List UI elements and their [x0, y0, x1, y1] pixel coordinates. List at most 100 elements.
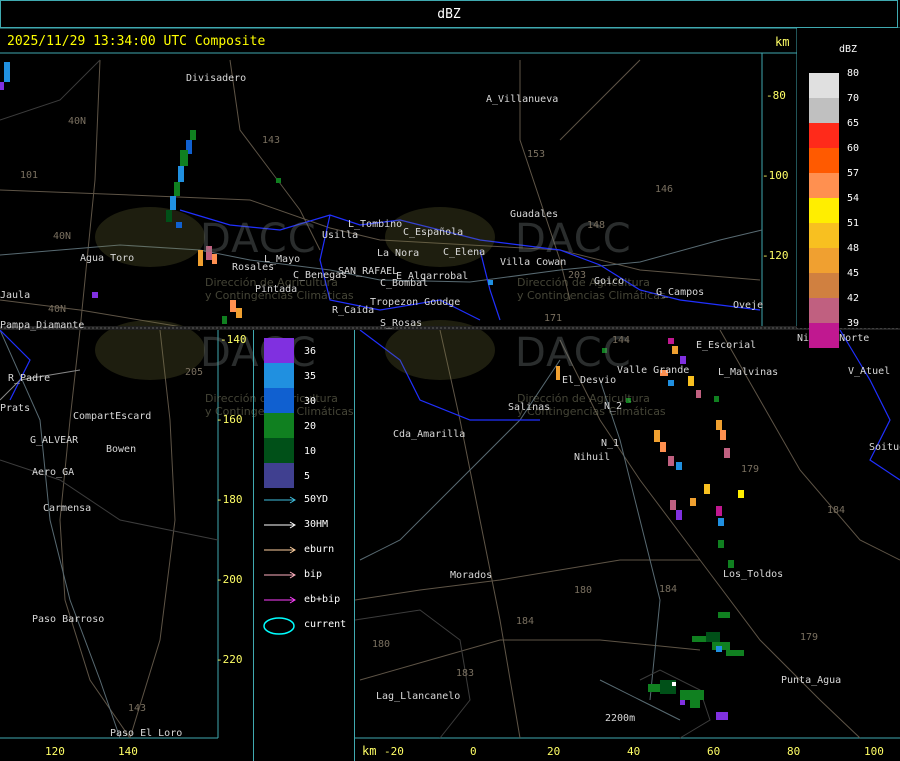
y-tick: -100 — [762, 169, 789, 182]
legend-label: 39 — [847, 318, 860, 329]
place-label: Villa Cowan — [500, 257, 567, 268]
legend-label: 80 — [847, 68, 860, 79]
place-label: 2200m — [605, 713, 636, 724]
km-label-top: km — [775, 35, 790, 49]
place-label: C_Española — [403, 227, 464, 238]
route-number: 203 — [568, 270, 587, 281]
route-number: 143 — [262, 135, 281, 146]
legend-swatch — [809, 198, 839, 223]
route-number: 40N — [53, 231, 72, 242]
place-label: Morados — [450, 570, 493, 581]
place-label: Bowen — [106, 444, 137, 455]
place-label: Soitue — [869, 442, 900, 453]
place-label: Rosales — [232, 262, 275, 273]
legend-label: 51 — [847, 218, 860, 229]
place-label: Punta_Agua — [781, 675, 842, 686]
route-number: 205 — [185, 367, 204, 378]
place-label: Paso Barroso — [32, 614, 105, 625]
legend-label: 57 — [847, 168, 860, 179]
route-number: 40N — [48, 304, 67, 315]
legend-label: 54 — [847, 193, 860, 204]
place-label: Tropezon Goudge — [370, 297, 461, 308]
legend-label: 42 — [847, 293, 860, 304]
radar-map[interactable] — [0, 0, 900, 761]
place-label: L_Malvinas — [718, 367, 779, 378]
legend-swatch — [809, 248, 839, 273]
legend-swatch — [809, 323, 839, 348]
inset-label: 20 — [304, 421, 317, 432]
place-label: Valle Grande — [617, 365, 690, 376]
route-number: 184 — [516, 616, 535, 627]
route-number: 146 — [655, 184, 674, 195]
place-label: S_Rosas — [380, 318, 423, 329]
place-label: Prats — [0, 403, 31, 414]
x-tick: 140 — [118, 745, 138, 758]
place-label: L_Tombino — [348, 219, 403, 230]
x-tick: -20 — [384, 745, 404, 758]
inset-label: 36 — [304, 346, 317, 357]
place-label: Pintada — [255, 284, 298, 295]
place-label: N_1 — [601, 438, 620, 449]
place-label: G_ALVEAR — [30, 435, 79, 446]
legend-label: 65 — [847, 118, 860, 129]
route-number: 183 — [456, 668, 475, 679]
legend-label: 60 — [847, 143, 860, 154]
route-number: 180 — [372, 639, 391, 650]
route-number: 180 — [574, 585, 593, 596]
place-label: La Nora — [377, 248, 420, 259]
legend-swatch — [809, 98, 839, 123]
legend-swatch — [809, 73, 839, 98]
place-label: V_Atuel — [848, 366, 891, 377]
x-tick: 60 — [707, 745, 721, 758]
legend-swatch — [809, 123, 839, 148]
legend-swatch — [809, 273, 839, 298]
x-tick: 20 — [547, 745, 561, 758]
place-label: R_Caída — [332, 305, 375, 316]
place-label: Paso El Loro — [110, 728, 183, 739]
inset-swatch — [264, 388, 294, 413]
timestamp: 2025/11/29 13:34:00 UTC Composite — [7, 34, 266, 49]
inset-legend: 36 35 30 20 10 5 50YD 30HM eburn bip eb+bip c… — [253, 330, 355, 761]
x-tick: 100 — [864, 745, 884, 758]
place-label: E_Escorial — [696, 340, 757, 351]
place-label: Divisadero — [186, 73, 247, 84]
y-tick: -200 — [216, 573, 243, 586]
place-label: R_Padre — [8, 373, 51, 384]
legend-label: 48 — [847, 243, 860, 254]
inset-swatch — [264, 338, 294, 363]
roads — [0, 59, 900, 739]
route-number: 143 — [128, 703, 147, 714]
x-tick: 0 — [470, 745, 477, 758]
place-label: Carmensa — [43, 503, 92, 514]
inset-swatch — [264, 413, 294, 438]
place-label: Agua Toro — [80, 253, 135, 264]
place-label: Guadales — [510, 209, 559, 220]
place-label: Aero_GA — [32, 467, 75, 478]
y-tick: -160 — [216, 413, 243, 426]
route-number: 179 — [741, 464, 760, 475]
inset-label: 5 — [304, 471, 311, 482]
x-tick: 80 — [787, 745, 801, 758]
dbz-legend: dBZ 80 70 65 60 57 54 51 48 45 42 39 — [797, 28, 900, 348]
place-label: C_Benegas — [293, 270, 348, 281]
y-tick: -220 — [216, 653, 243, 666]
place-label: Nihuil — [574, 452, 611, 463]
inset-swatch — [264, 438, 294, 463]
inset-swatch — [264, 463, 294, 488]
route-number: 184 — [659, 584, 678, 595]
place-label: A_Villanueva — [486, 94, 559, 105]
legend-swatch — [809, 173, 839, 198]
route-number: 179 — [800, 632, 819, 643]
legend-title: dBZ — [839, 44, 858, 55]
y-tick: -120 — [762, 249, 789, 262]
y-tick: -140 — [220, 333, 247, 346]
y-tick: -180 — [216, 493, 243, 506]
place-label: Jaula — [0, 290, 31, 301]
place-label: Los_Toldos — [723, 569, 784, 580]
inset-swatch — [264, 363, 294, 388]
watermark-text-2: DACC — [515, 216, 632, 262]
y-tick: -80 — [766, 89, 786, 102]
place-label: Oveje — [733, 300, 764, 311]
inset-label: 35 — [304, 371, 317, 382]
place-label: Pampa_Diamante — [0, 320, 85, 331]
